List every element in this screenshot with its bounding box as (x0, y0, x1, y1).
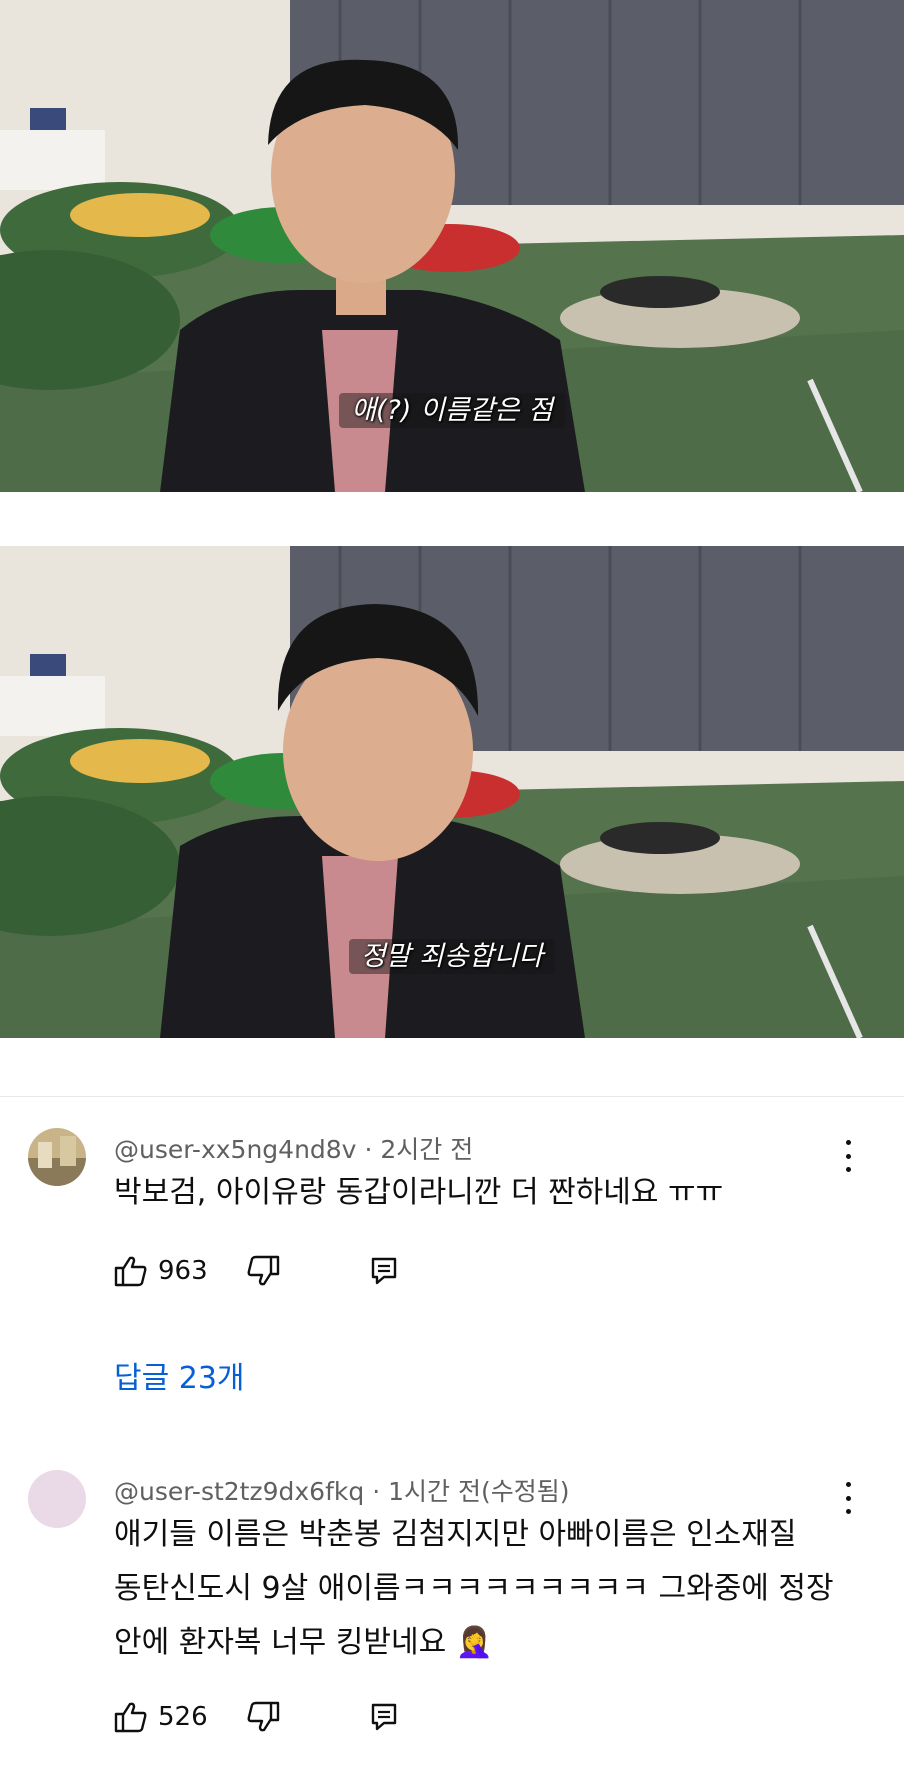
reply-comment-icon (371, 1257, 397, 1285)
comment-text-line: 박보검, 아이유랑 동갑이라니깐 더 짠하네요 ㅠㅠ (114, 1175, 724, 1210)
dislike-button[interactable] (246, 1697, 280, 1737)
like-button[interactable]: 963 (114, 1251, 208, 1291)
comment-time: 2시간 전 (380, 1135, 474, 1164)
thumbs-up-icon (114, 1256, 147, 1287)
avatar[interactable] (28, 1470, 86, 1528)
view-replies-link[interactable]: 답글 23개 (114, 1353, 245, 1397)
thumbs-down-icon (247, 1701, 280, 1732)
video-frame-1: 애(?) 이름같은 점 (0, 0, 904, 492)
like-button[interactable]: 526 (114, 1697, 208, 1737)
like-count: 526 (158, 1702, 208, 1732)
comment-text-line: 동탄신도시 9살 애이름ㅋㅋㅋㅋㅋㅋㅋㅋㅋ 그와중에 정장 (114, 1571, 834, 1606)
video-subtitle: 정말 죄송합니다 (0, 934, 904, 974)
comment-meta: @user-xx5ng4nd8v · 2시간 전 (114, 1130, 473, 1166)
like-count: 963 (158, 1256, 208, 1286)
comment-text-line: 애기들 이름은 박춘봉 김첨지지만 아빠이름은 인소재질 (114, 1517, 797, 1552)
subtitle-text: 정말 죄송합니다 (348, 939, 556, 974)
reply-button[interactable] (370, 1251, 398, 1291)
video-subtitle: 애(?) 이름같은 점 (0, 388, 904, 428)
avatar[interactable] (28, 1128, 86, 1186)
more-vert-icon[interactable] (836, 1478, 860, 1518)
reply-comment-icon (371, 1703, 397, 1731)
comment-author[interactable]: @user-xx5ng4nd8v (114, 1135, 356, 1164)
meta-separator: · (372, 1477, 381, 1506)
subtitle-text: 애(?) 이름같은 점 (339, 393, 565, 428)
reply-button[interactable] (370, 1697, 398, 1737)
section-divider (0, 1096, 904, 1097)
comment-meta: @user-st2tz9dx6fkq · 1시간 전(수정됨) (114, 1472, 569, 1508)
comment-time: 1시간 전(수정됨) (388, 1477, 570, 1506)
avatar-image (28, 1128, 86, 1186)
thumbs-down-icon (247, 1255, 280, 1286)
comment-text: 박보검, 아이유랑 동갑이라니깐 더 짠하네요 ㅠㅠ (114, 1166, 834, 1220)
comment-text: 애기들 이름은 박춘봉 김첨지지만 아빠이름은 인소재질 동탄신도시 9살 애이… (114, 1508, 834, 1670)
avatar-image (28, 1470, 86, 1528)
video-frame-2: 정말 죄송합니다 (0, 546, 904, 1038)
comment-author[interactable]: @user-st2tz9dx6fkq (114, 1477, 364, 1506)
comment-text-line: 안에 환자복 너무 킹받네요 🤦‍♀️ (114, 1625, 494, 1660)
meta-separator: · (364, 1135, 373, 1164)
more-vert-icon[interactable] (836, 1136, 860, 1176)
thumbs-up-icon (114, 1702, 147, 1733)
dislike-button[interactable] (246, 1251, 280, 1291)
